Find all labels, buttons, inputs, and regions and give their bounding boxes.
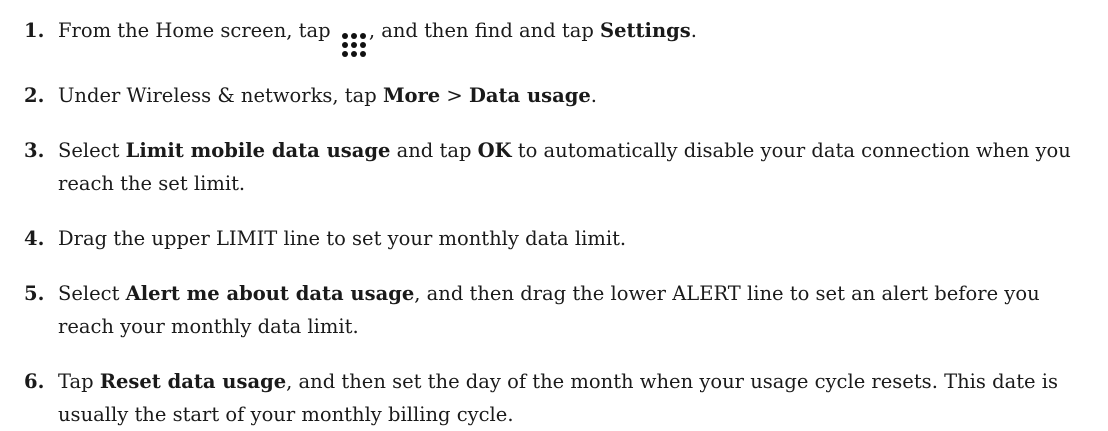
step-text: , and then find and tap	[368, 19, 594, 42]
step-text: From the Home screen, tap	[58, 19, 331, 42]
step-4: 4 Drag the upper LIMIT line to set your …	[0, 222, 1088, 255]
step-number: 5	[24, 277, 44, 310]
step-number: 3	[24, 134, 44, 167]
step-text: and tap	[396, 139, 472, 162]
step-2: 2 Under Wireless & networks, tap More > …	[0, 79, 1088, 112]
step-number: 2	[24, 79, 44, 112]
step-text: Drag the upper LIMIT line to set your mo…	[58, 227, 627, 250]
step-number: 1	[24, 14, 44, 47]
step-number: 4	[24, 222, 44, 255]
apps-grid-icon	[341, 33, 366, 57]
step-keyword: More	[382, 84, 441, 107]
step-keyword: Limit mobile data usage	[125, 139, 391, 162]
step-text: .	[590, 84, 597, 107]
step-6: 6 Tap Reset data usage, and then set the…	[0, 365, 1088, 431]
step-text: .	[690, 19, 697, 42]
step-keyword: Settings	[600, 19, 691, 42]
step-keyword: Reset data usage	[99, 370, 287, 393]
step-keyword: OK	[477, 139, 512, 162]
step-number: 6	[24, 365, 44, 398]
step-keyword: Data usage	[468, 84, 591, 107]
instruction-list: 1 From the Home screen, tap , and then f…	[0, 0, 1108, 431]
step-text: Tap	[58, 370, 94, 393]
step-text: Select	[58, 139, 120, 162]
step-text: Select	[58, 282, 120, 305]
step-text: >	[446, 84, 463, 107]
step-3: 3 Select Limit mobile data usage and tap…	[0, 134, 1088, 200]
step-1: 1 From the Home screen, tap , and then f…	[0, 14, 1088, 57]
step-5: 5 Select Alert me about data usage, and …	[0, 277, 1088, 343]
step-text: Under Wireless & networks, tap	[58, 84, 377, 107]
step-keyword: Alert me about data usage	[125, 282, 415, 305]
